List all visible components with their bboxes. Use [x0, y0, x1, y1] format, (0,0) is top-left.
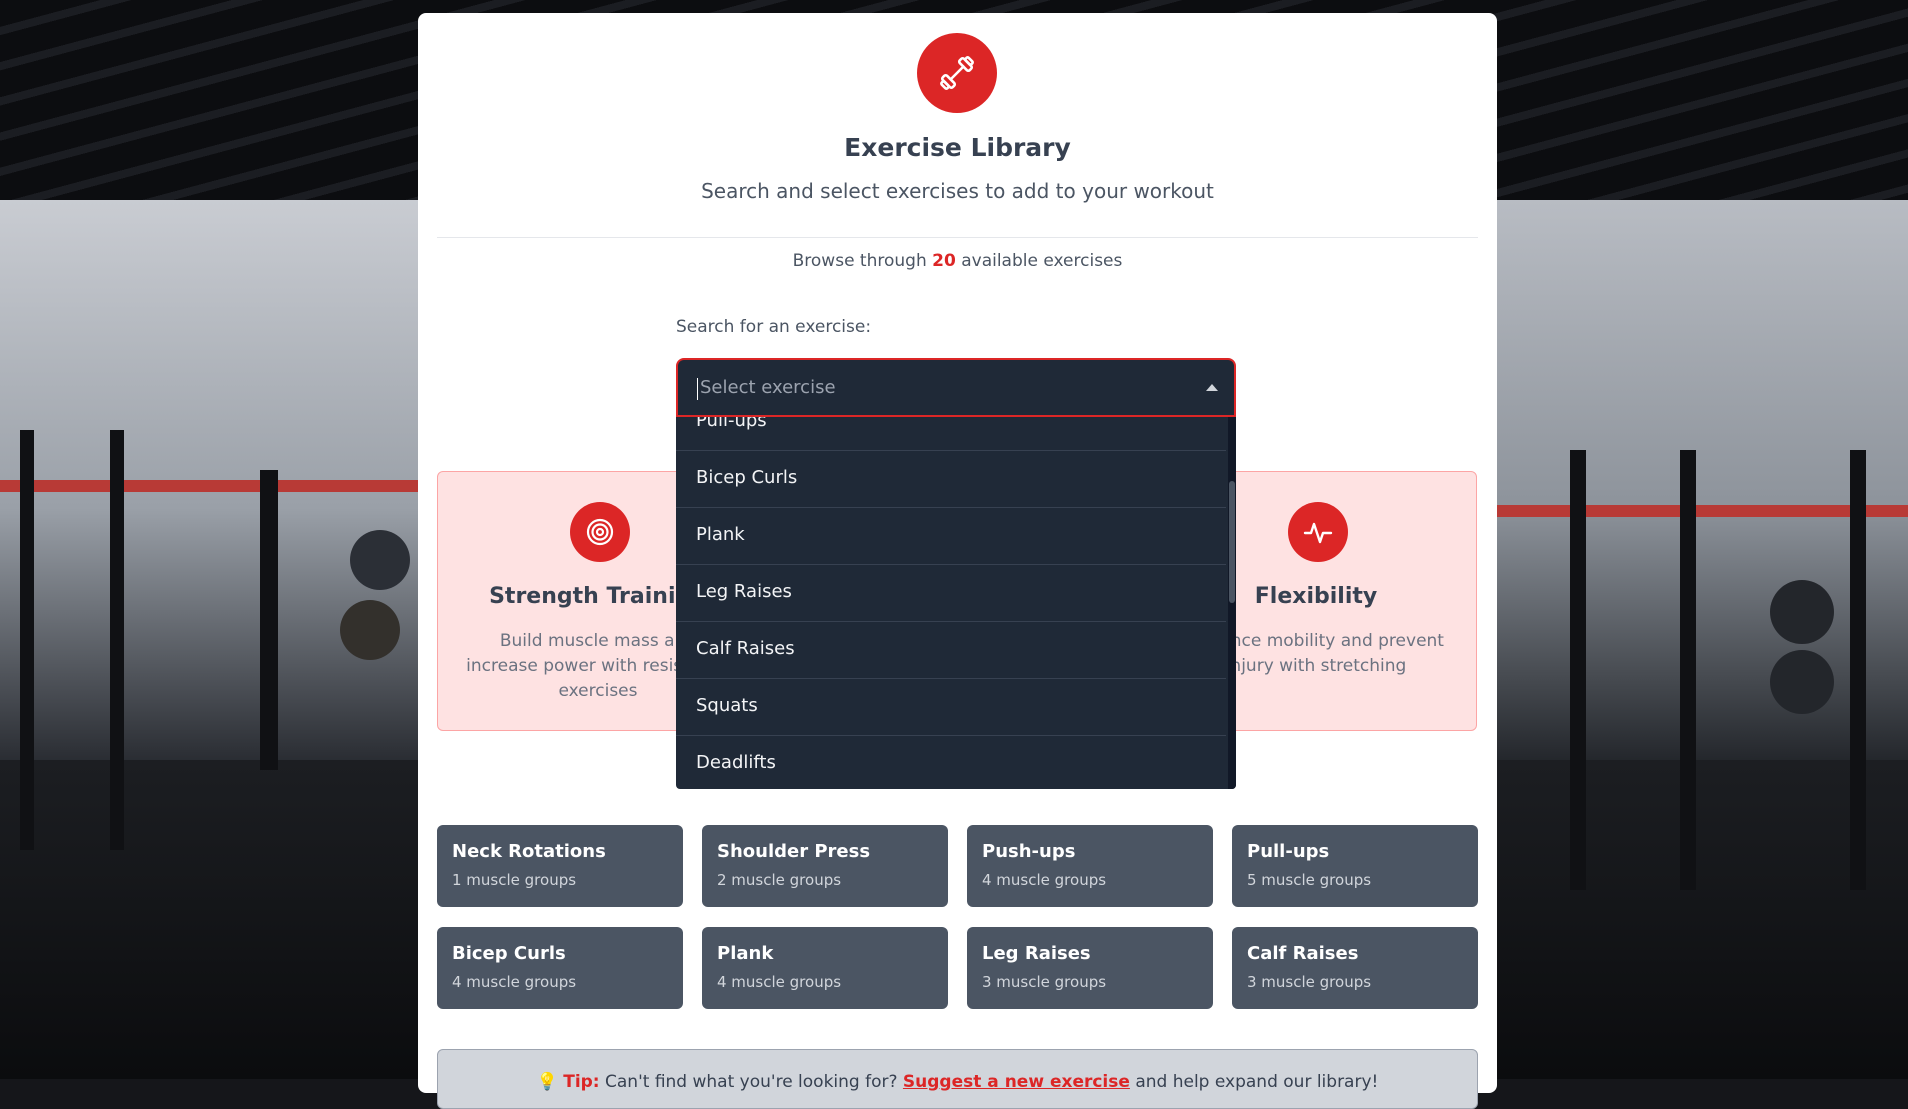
exercise-library-card: Exercise Library Search and select exerc… [418, 13, 1497, 1109]
exercise-muscle-groups: 4 muscle groups [452, 973, 577, 991]
dropdown-option[interactable]: Plank [676, 508, 1226, 565]
dropdown-option[interactable]: Squats [676, 679, 1226, 736]
activity-icon [1288, 502, 1348, 562]
exercise-name: Push-ups [982, 841, 1076, 862]
browse-prefix: Browse through [792, 251, 927, 271]
exercise-muscle-groups: 5 muscle groups [1247, 871, 1372, 889]
exercise-muscle-groups: 2 muscle groups [717, 871, 842, 889]
exercise-name: Shoulder Press [717, 841, 871, 862]
exercise-select[interactable]: Select exercise [676, 358, 1236, 417]
exercise-card[interactable]: Neck Rotations 1 muscle groups [437, 825, 683, 907]
page-subtitle: Search and select exercises to add to yo… [701, 179, 1214, 203]
dropdown-scrollbar[interactable] [1228, 417, 1236, 789]
dropdown-option[interactable]: Calf Raises [676, 622, 1226, 679]
exercise-card[interactable]: Pull-ups 5 muscle groups [1232, 825, 1478, 907]
exercise-muscle-groups: 4 muscle groups [717, 973, 842, 991]
exercise-muscle-groups: 1 muscle groups [452, 871, 577, 889]
exercise-muscle-groups: 3 muscle groups [1247, 973, 1372, 991]
dropdown-option[interactable]: Deadlifts [676, 736, 1226, 789]
exercise-name: Pull-ups [1247, 841, 1330, 862]
exercise-card[interactable]: Push-ups 4 muscle groups [967, 825, 1213, 907]
exercise-name: Plank [717, 943, 774, 964]
exercise-card[interactable]: Plank 4 muscle groups [702, 927, 948, 1009]
tip-suffix: and help expand our library! [1135, 1072, 1379, 1092]
browse-suffix: available exercises [961, 251, 1123, 271]
dropdown-option[interactable]: Leg Raises [676, 565, 1226, 622]
select-placeholder: Select exercise [700, 377, 836, 398]
exercise-count: 20 [932, 251, 956, 271]
chevron-up-icon[interactable] [1206, 384, 1218, 391]
text-cursor [697, 378, 698, 400]
exercise-name: Neck Rotations [452, 841, 606, 862]
tip-label: Tip: [563, 1072, 600, 1092]
dropdown-option[interactable]: Bicep Curls [676, 451, 1226, 508]
exercise-muscle-groups: 3 muscle groups [982, 973, 1107, 991]
exercise-muscle-groups: 4 muscle groups [982, 871, 1107, 889]
exercise-name: Bicep Curls [452, 943, 566, 964]
page-title: Exercise Library [844, 133, 1071, 162]
divider [437, 237, 1478, 238]
exercise-name: Calf Raises [1247, 943, 1359, 964]
target-icon [570, 502, 630, 562]
exercise-card[interactable]: Shoulder Press 2 muscle groups [702, 825, 948, 907]
search-label: Search for an exercise: [676, 317, 872, 337]
exercise-count-text: Browse through 20 available exercises [418, 251, 1497, 271]
scrollbar-thumb[interactable] [1229, 481, 1235, 603]
exercise-name: Leg Raises [982, 943, 1091, 964]
dropdown-option[interactable]: Pull-ups [676, 417, 1226, 451]
tip-text: Can't find what you're looking for? [605, 1072, 898, 1092]
dumbbell-icon [917, 33, 997, 113]
tip-box: 💡 Tip: Can't find what you're looking fo… [437, 1049, 1478, 1109]
exercise-card[interactable]: Leg Raises 3 muscle groups [967, 927, 1213, 1009]
lightbulb-icon: 💡 [536, 1072, 558, 1092]
exercise-card[interactable]: Bicep Curls 4 muscle groups [437, 927, 683, 1009]
exercise-card[interactable]: Calf Raises 3 muscle groups [1232, 927, 1478, 1009]
exercise-dropdown[interactable]: Pull-ups Bicep Curls Plank Leg Raises Ca… [676, 417, 1236, 789]
suggest-exercise-link[interactable]: Suggest a new exercise [903, 1072, 1130, 1092]
